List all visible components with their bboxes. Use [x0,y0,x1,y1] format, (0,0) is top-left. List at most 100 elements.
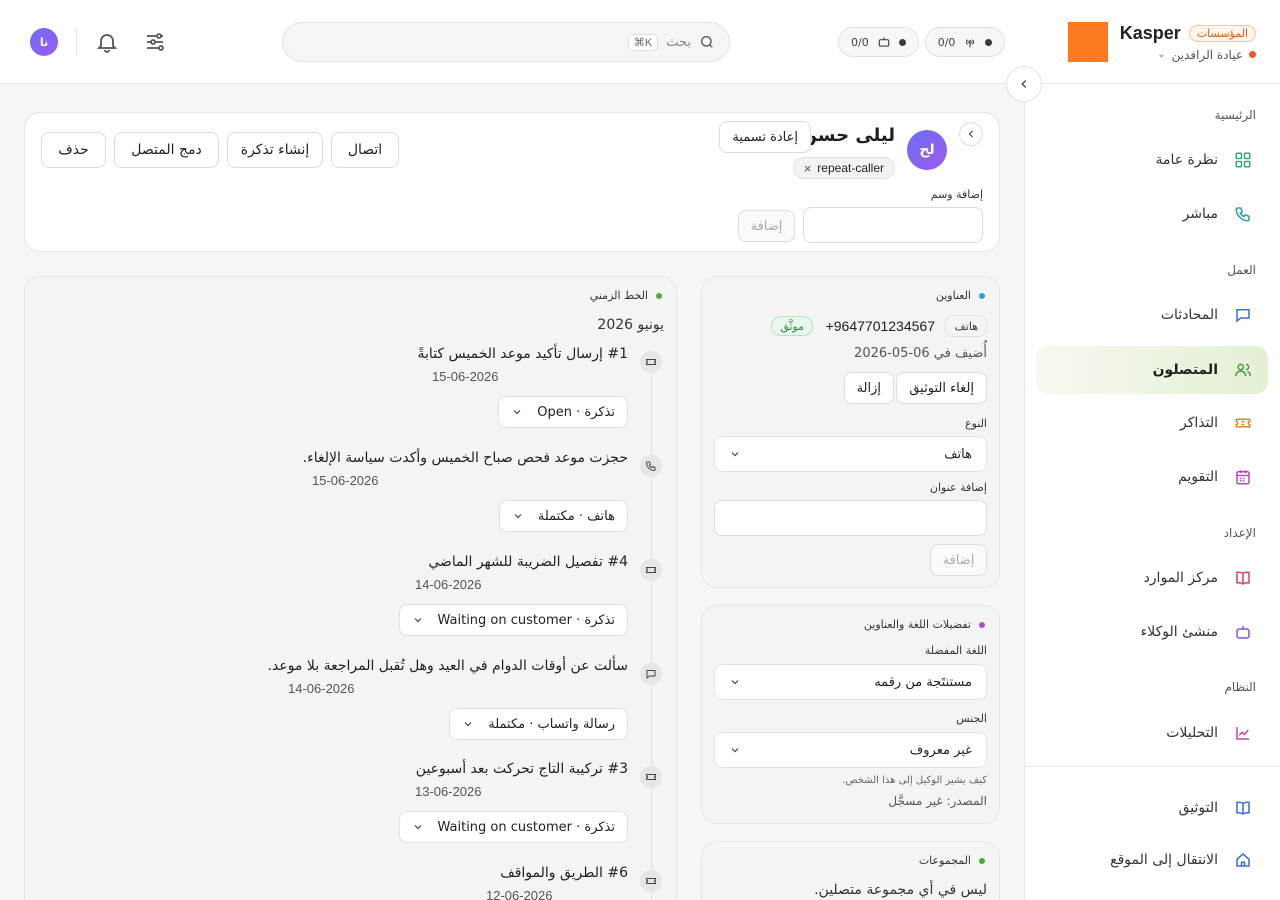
language-select[interactable]: مستنتَجة من رقمه [714,664,987,700]
sidebar-item-contacts[interactable]: المتصلون [1036,346,1268,394]
add-address-button[interactable]: إضافة [930,544,987,576]
search-bar[interactable]: بحث ⌘K [282,22,730,62]
remove-button[interactable]: إزالة [843,372,894,404]
addresses-card: العناوين هاتف +9647701234567 موثَّق أُضي… [701,276,1000,588]
ticket-icon [640,766,662,788]
sidebar-item-label: التوثيق [1178,800,1218,816]
sidebar-section-system: النظام [1224,680,1256,694]
chevron-down-icon: ⌄ [1157,49,1166,60]
create-ticket-button[interactable]: إنشاء تذكرة [227,132,323,168]
section-title-text: الخط الزمني [589,289,648,302]
live-counter-value: 0/0 [937,35,956,49]
sidebar-item-label: المتصلون [1152,362,1218,378]
unverify-button[interactable]: إلغاء التوثيق [896,372,987,404]
timeline-item-date: 12-06-2026 [486,888,553,900]
chevron-down-icon [731,452,739,457]
add-tag-label: إضافة وسم [930,188,983,201]
timeline-item-title[interactable]: #3 تركيبة التاج تحركت بعد أسبوعين [416,761,628,777]
gender-select[interactable]: غير معروف [714,732,987,768]
tag-chip[interactable]: × repeat-caller [792,157,895,179]
tag-input[interactable] [803,207,983,243]
sidebar-item-conversations[interactable]: المحادثات [1036,291,1268,339]
sidebar-item-tickets[interactable]: التذاكر [1036,399,1268,447]
counters: 0/0 0/0 [838,27,1006,57]
brand[interactable]: المؤسسات Kasper عيادة الرافدين ⌄ [1067,22,1256,62]
timeline-status-select[interactable]: رسالة واتساب · مكتملة [449,708,628,740]
gender-hint: كيف يشير الوكيل إلى هذا الشخص. [842,775,987,786]
contact-name: ليلى حسن [801,125,895,146]
call-button[interactable]: اتصال [331,132,399,168]
robot-icon [1236,626,1250,639]
select-value: غير معروف [909,742,972,758]
timeline-item-date: 14-06-2026 [415,577,482,592]
timeline-status-select[interactable]: تذكرة · Waiting on customer [398,604,628,636]
select-value: تذكرة · Open [537,404,615,420]
sidebar-item-resources[interactable]: مركز الموارد [1036,554,1268,602]
section-dot [979,857,985,864]
sidebar-item-label: التقويم [1178,469,1218,485]
sidebar-item-label: مباشر [1182,206,1218,222]
user-avatar[interactable]: نا [30,28,58,56]
sidebar-item-overview[interactable]: نظرة عامة [1036,136,1268,184]
timeline-item-title[interactable]: #4 تفصيل الضريبة للشهر الماضي [428,554,628,570]
sidebar-collapse-button[interactable] [1006,66,1042,102]
timeline-item-title[interactable]: حجزت موعد فحص صباح الخميس وأكدت سياسة ال… [303,450,628,466]
timeline-card: الخط الزمني يونيو 2026 #1 إرسال تأكيد مو… [24,276,677,900]
sidebar-item-calendar[interactable]: التقويم [1036,453,1268,501]
add-tag-button[interactable]: إضافة [738,210,795,242]
delete-button[interactable]: حذف [41,132,106,168]
timeline-item-title[interactable]: سألت عن أوقات الدوام في العيد وهل تُقبل … [268,658,628,674]
timeline-status-select[interactable]: هاتف · مكتملة [498,500,628,532]
select-value: رسالة واتساب · مكتملة [488,716,615,732]
timeline-item-title[interactable]: #6 الطريق والمواقف [500,865,628,881]
live-counter[interactable]: 0/0 [924,27,1006,57]
book-icon [1236,571,1250,585]
gender-source: المصدر: غير مسجَّل [888,794,987,808]
bot-counter[interactable]: 0/0 [838,27,919,57]
status-dot [898,38,906,46]
rename-button[interactable]: إعادة تسمية [719,121,811,153]
close-icon[interactable]: × [804,161,812,176]
timeline-item-title[interactable]: #1 إرسال تأكيد موعد الخميس كتابةً [418,346,628,362]
ticket-icon [640,559,662,581]
select-value: مستنتَجة من رقمه [874,674,972,690]
org-badge: المؤسسات [1188,24,1256,42]
section-dot [656,292,662,299]
chat-icon [640,663,662,685]
gender-label: الجنس [956,712,987,725]
divider [76,28,77,56]
search-icon [701,36,713,48]
brand-text: المؤسسات Kasper عيادة الرافدين ⌄ [1120,23,1256,62]
address-input[interactable] [714,500,987,536]
filters-button[interactable] [143,30,167,54]
clinic-switcher[interactable]: عيادة الرافدين ⌄ [1157,48,1256,62]
robot-icon [878,37,889,47]
preferences-card: تفضيلات اللغة والعناوين اللغة المفضلة مس… [701,605,1000,824]
sidebar-item-label: التحليلات [1166,725,1218,741]
sidebar-item-live[interactable]: مباشر [1036,190,1268,238]
sidebar-item-analytics[interactable]: التحليلات [1036,709,1268,757]
sidebar-item-label: الانتقال إلى الموقع [1110,852,1218,868]
sidebar-item-agent-builder[interactable]: منشئ الوكلاء [1036,608,1268,656]
address-type-select[interactable]: هاتف [714,436,987,472]
status-dot [1249,51,1256,58]
merge-contact-button[interactable]: دمج المتصل [114,132,219,168]
chevron-down-icon [414,825,421,830]
sidebar-item-label: التذاكر [1179,415,1218,431]
timeline-month: يونيو 2026 [597,317,664,333]
sidebar-item-docs[interactable]: التوثيق [1036,784,1268,832]
notifications-button[interactable] [95,30,119,54]
language-label: اللغة المفضلة [924,644,987,657]
phone-icon [1235,207,1250,222]
timeline-item-date: 15-06-2026 [432,369,499,384]
back-button[interactable] [959,122,983,146]
sidebar-section-setup: الإعداد [1223,526,1256,540]
sliders-icon [147,33,164,51]
ticket-icon [640,870,662,892]
timeline-status-select[interactable]: تذكرة · Open [498,396,628,428]
brand-logo [1067,22,1108,62]
sidebar-item-go-to-site[interactable]: الانتقال إلى الموقع [1036,836,1268,884]
added-date: أُضيف في 06-05-2026 [854,346,987,361]
users-icon [1235,363,1251,377]
timeline-status-select[interactable]: تذكرة · Waiting on customer [398,811,628,843]
